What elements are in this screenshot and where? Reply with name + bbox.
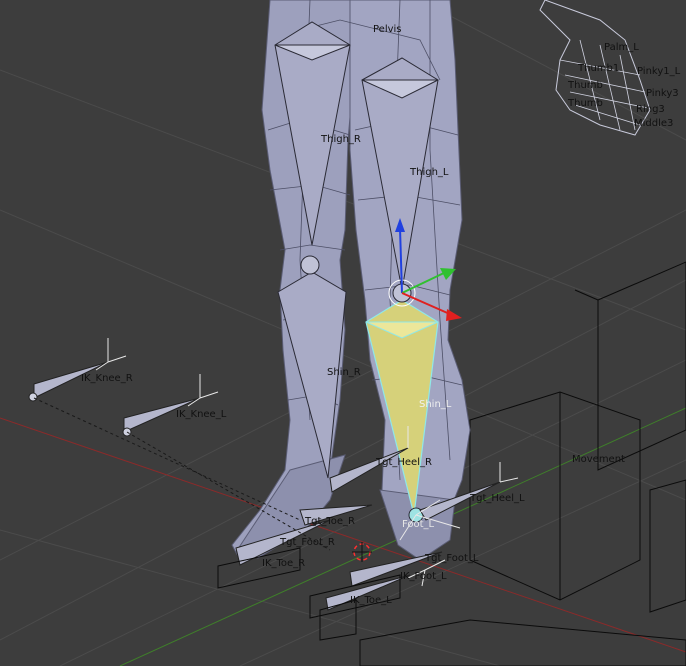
- label-tgt-heel-r: Tgt_Heel_R: [375, 457, 432, 468]
- label-foot-l: Foot_L: [402, 519, 435, 530]
- label-shin-l: Shin_L: [419, 399, 452, 410]
- label-middle3: Middle3: [634, 118, 673, 129]
- label-pelvis: Pelvis: [373, 24, 402, 35]
- 3d-viewport[interactable]: Pelvis Palm_L Thumb1 Pinky1_L Thumb Pink…: [0, 0, 686, 666]
- label-movement: Movement: [572, 454, 625, 465]
- relationship-line: [33, 397, 301, 521]
- label-ik-toe-r: IK_Toe_R: [262, 558, 305, 569]
- label-tgt-heel-l: Tgt_Heel_L: [469, 493, 525, 504]
- label-thumb-cluster: Thumb: [567, 80, 603, 91]
- label-thumb-cluster-2: Thumb: [567, 98, 603, 109]
- label-pinky1-l: Pinky1_L: [637, 66, 681, 77]
- label-ring3: Ring3: [636, 104, 665, 115]
- label-shin-r: Shin_R: [327, 367, 361, 378]
- label-ik-toe-l: IK_Toe_L: [350, 595, 392, 606]
- viewport-canvas[interactable]: Pelvis Palm_L Thumb1 Pinky1_L Thumb Pink…: [0, 0, 686, 666]
- joint-knee-r[interactable]: [300, 255, 320, 275]
- wire-box: [359, 619, 686, 666]
- label-thigh-r: Thigh_R: [320, 134, 361, 145]
- label-pinky-cluster: Pinky3: [646, 88, 679, 99]
- joint-ik-knee-r[interactable]: [28, 392, 38, 402]
- label-palm-l: Palm_L: [604, 42, 639, 53]
- label-tgt-toe-r: Tgt_Toe_R: [304, 516, 355, 527]
- label-ik-foot-l: IK_Foot_L: [400, 571, 447, 582]
- label-tgt-foot-l: Tgt_Foot_L: [424, 553, 479, 564]
- gizmo-x-arrow-icon[interactable]: [446, 309, 462, 321]
- label-ik-knee-r: IK_Knee_R: [81, 373, 133, 384]
- label-thigh-l: Thigh_L: [409, 167, 449, 178]
- label-ik-knee-l: IK_Knee_L: [176, 409, 227, 420]
- wire-box: [649, 479, 686, 613]
- label-tgt-foot-r: Tgt_Foot_R: [279, 537, 335, 548]
- label-thumb1: Thumb1: [577, 63, 619, 74]
